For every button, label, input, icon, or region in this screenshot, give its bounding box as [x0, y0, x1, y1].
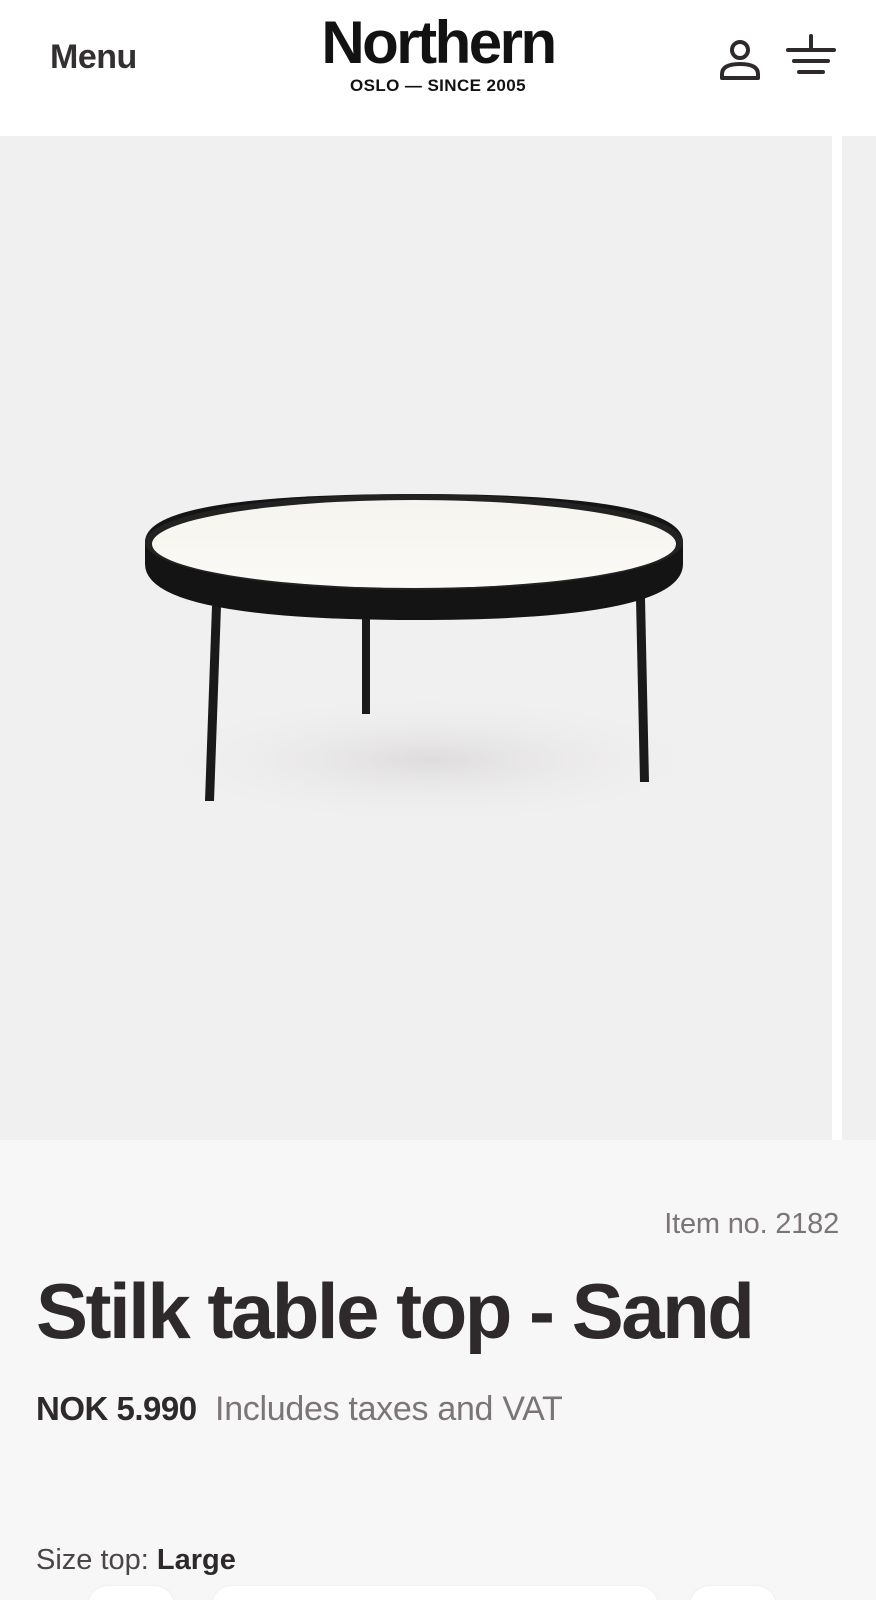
- size-label: Size top:: [36, 1544, 157, 1576]
- size-option-1[interactable]: [88, 1586, 174, 1600]
- size-option-2[interactable]: [212, 1586, 658, 1600]
- product-title: Stilk table top - Sand: [36, 1267, 755, 1355]
- size-selector-label: Size top: Large: [36, 1544, 236, 1577]
- gallery-slide-active[interactable]: [0, 136, 832, 1140]
- user-icon: [720, 40, 760, 80]
- tax-note: Includes taxes and VAT: [215, 1390, 563, 1428]
- item-number: Item no. 2182: [664, 1208, 839, 1240]
- price-row: NOK 5.990 Includes taxes and VAT: [36, 1390, 563, 1429]
- size-options: [0, 1586, 876, 1600]
- site-header: Menu Northern OSLO — SINCE 2005: [0, 0, 876, 136]
- gallery-slide-next[interactable]: [842, 136, 876, 1140]
- size-option-3[interactable]: [690, 1586, 776, 1600]
- product-image: [130, 494, 730, 830]
- account-button[interactable]: [718, 38, 762, 82]
- product-price: NOK 5.990: [36, 1390, 197, 1427]
- cart-icon: [786, 34, 836, 74]
- cart-button[interactable]: [784, 34, 838, 80]
- product-info: Item no. 2182 Stilk table top - Sand NOK…: [0, 1140, 876, 1600]
- size-value: Large: [156, 1544, 236, 1576]
- product-gallery[interactable]: [0, 136, 876, 1140]
